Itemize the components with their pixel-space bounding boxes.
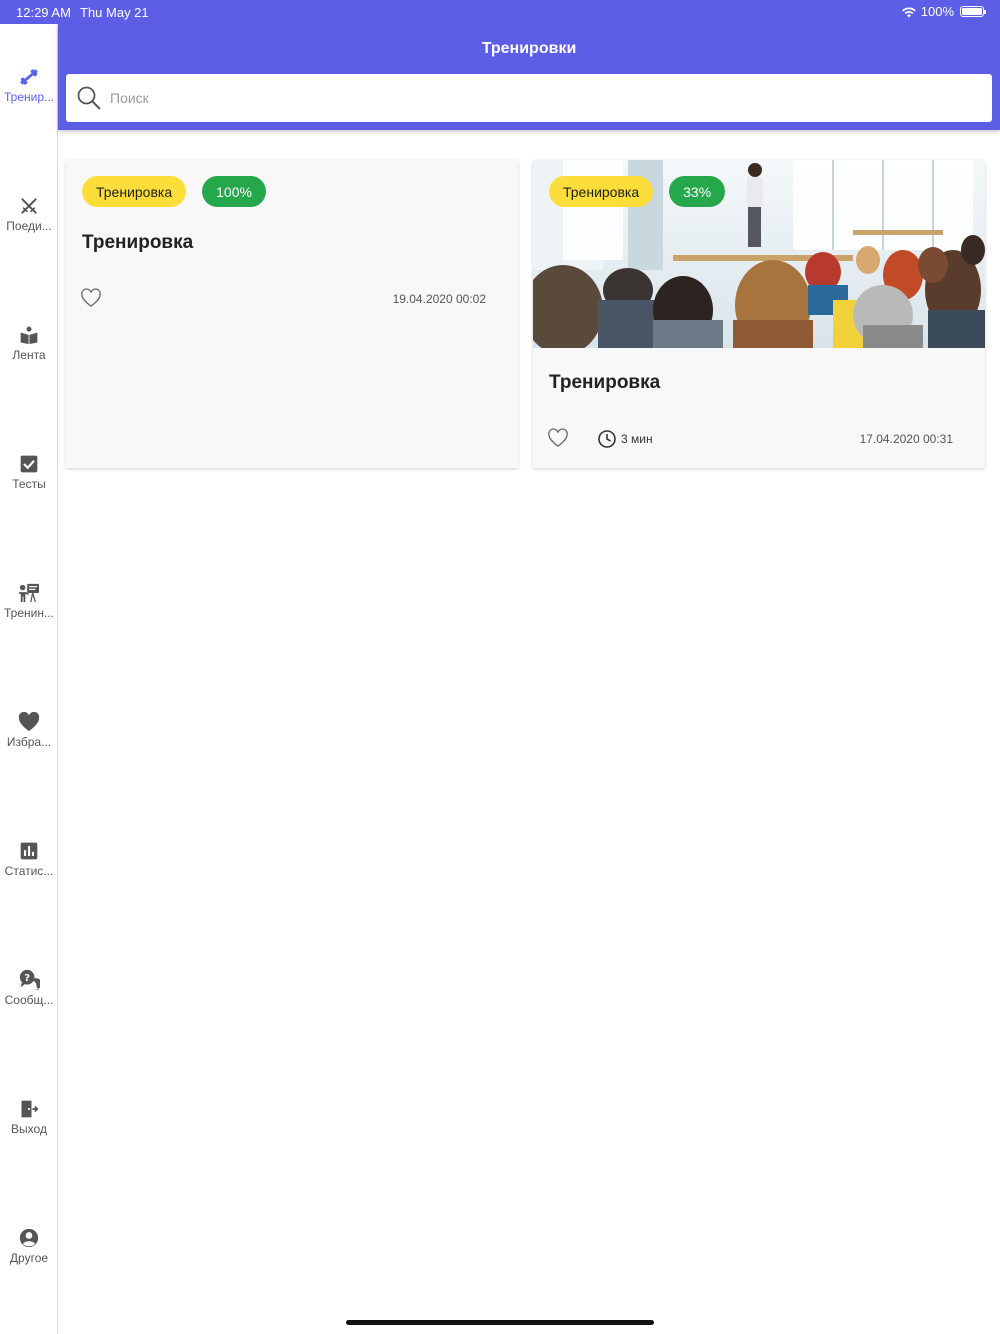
bar-chart-icon (18, 840, 40, 862)
sidebar-item-label: Тесты (12, 477, 46, 491)
card-date: 17.04.2020 00:31 (859, 432, 953, 446)
type-badge: Тренировка (549, 176, 654, 207)
heart-outline-icon[interactable] (547, 428, 569, 448)
exit-icon (18, 1098, 40, 1120)
training-card[interactable]: Тренировка 100% Тренировка 19.04.2020 00… (66, 160, 518, 468)
battery-percent: 100% (920, 4, 954, 19)
progress-badge: 33% (669, 176, 726, 207)
card-title: Тренировка (549, 372, 661, 393)
sidebar-item-trainings[interactable]: Тренир... (0, 66, 58, 126)
sidebar: Тренир... Поеди... Лента Тесты Тренин...… (0, 24, 58, 1334)
status-time: 12:29 AM (16, 5, 71, 20)
card-title: Тренировка (82, 232, 194, 253)
heart-outline-icon[interactable] (80, 288, 102, 308)
sidebar-item-duels[interactable]: Поеди... (0, 195, 58, 255)
sidebar-item-feed[interactable]: Лента (0, 324, 58, 384)
search-placeholder: Поиск (110, 90, 149, 106)
sidebar-item-label: Выход (11, 1122, 47, 1136)
training-card[interactable]: Тренировка 33% Тренировка 3 мин 17.04.20… (533, 160, 985, 468)
sidebar-item-logout[interactable]: Выход (0, 1098, 58, 1158)
sidebar-item-label: Избра... (6, 735, 52, 749)
card-duration: 3 мин (597, 429, 653, 449)
type-badge: Тренировка (82, 176, 187, 207)
page-title: Тренировки (481, 40, 577, 57)
checkbox-icon (18, 453, 40, 475)
wifi-icon (901, 6, 916, 17)
status-bar: 12:29 AM Thu May 21 100% (0, 0, 1000, 24)
duration-text: 3 мин (621, 432, 653, 446)
status-date: Thu May 21 (80, 5, 149, 20)
sidebar-item-messages[interactable]: ? Сообщ... (0, 969, 58, 1029)
account-icon (18, 1227, 40, 1249)
presentation-icon (18, 582, 40, 604)
sidebar-item-other[interactable]: Другое (0, 1227, 58, 1287)
reading-icon (18, 324, 40, 346)
sidebar-item-tests[interactable]: Тесты (0, 453, 58, 513)
card-badges: Тренировка 100% (82, 176, 266, 207)
search-input[interactable]: Поиск (66, 74, 992, 122)
sidebar-item-favorites[interactable]: Избра... (0, 711, 58, 771)
status-right: 100% (901, 4, 986, 19)
sidebar-item-label: Тренин... (4, 606, 54, 620)
search-icon (77, 86, 101, 110)
heart-icon (18, 711, 40, 733)
sidebar-item-label: Статис... (4, 864, 54, 878)
sidebar-item-label: Сообщ... (4, 993, 54, 1007)
svg-text:?: ? (24, 973, 30, 984)
sidebar-item-label: Лента (12, 348, 46, 362)
dumbbell-icon (18, 66, 40, 88)
chat-question-icon: ? (18, 969, 40, 991)
clock-icon (598, 430, 616, 448)
sidebar-item-workshops[interactable]: Тренин... (0, 582, 58, 642)
card-date: 19.04.2020 00:02 (392, 292, 486, 306)
app-header: Тренировки Поиск (58, 24, 1000, 130)
sidebar-item-label: Тренир... (3, 90, 54, 104)
battery-icon (960, 6, 986, 17)
progress-badge: 100% (202, 176, 266, 207)
card-badges: Тренировка 33% (549, 176, 726, 207)
swords-icon (18, 195, 40, 217)
home-indicator[interactable] (346, 1320, 654, 1325)
sidebar-item-label: Другое (9, 1251, 49, 1265)
sidebar-item-statistics[interactable]: Статис... (0, 840, 58, 900)
sidebar-item-label: Поеди... (6, 219, 52, 233)
